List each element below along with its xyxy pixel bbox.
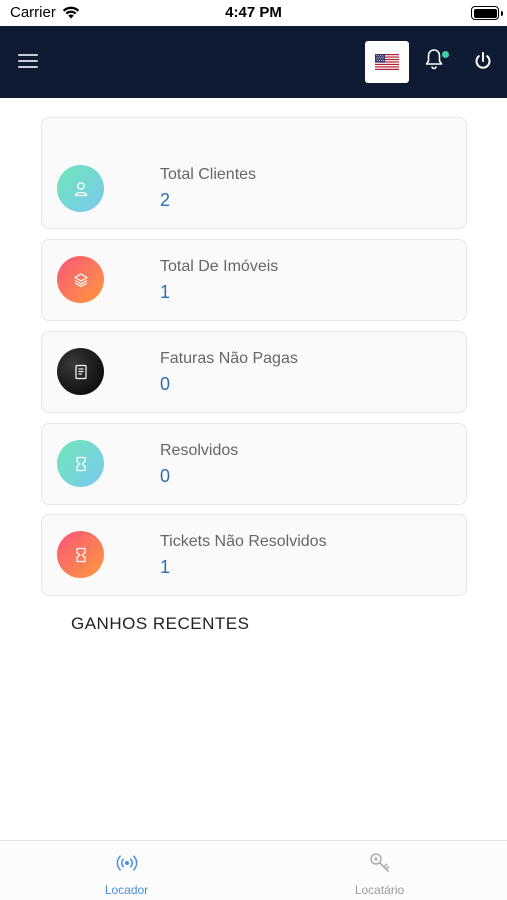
invoice-icon	[57, 348, 104, 395]
card-label: Total De Imóveis	[160, 258, 279, 275]
card-label: Faturas Não Pagas	[160, 350, 298, 367]
ticket-icon	[57, 440, 104, 487]
card-label: Total Clientes	[160, 166, 257, 183]
card-faturas-nao-pagas[interactable]: Faturas Não Pagas 0	[41, 331, 467, 413]
card-total-imoveis[interactable]: Total De Imóveis 1	[41, 239, 467, 321]
hamburger-menu-icon[interactable]	[18, 51, 38, 71]
language-selector-button[interactable]	[365, 41, 409, 83]
battery-icon	[471, 6, 503, 20]
logout-button[interactable]	[472, 50, 494, 72]
section-title: GANHOS RECENTES	[71, 614, 250, 633]
us-flag-icon	[375, 54, 399, 70]
status-bar: Carrier 4:47 PM	[0, 0, 507, 26]
card-value: 0	[160, 466, 171, 486]
broadcast-icon	[116, 855, 137, 871]
card-label: Resolvidos	[160, 442, 239, 459]
tab-locador[interactable]: Locador	[0, 841, 253, 900]
key-icon	[369, 853, 389, 872]
bell-icon	[425, 49, 443, 70]
card-value: 2	[160, 190, 171, 210]
notification-dot	[442, 51, 449, 58]
ticket-icon	[57, 531, 104, 578]
power-icon	[475, 52, 491, 69]
tab-label: Locatário	[354, 883, 405, 897]
notifications-button[interactable]	[423, 47, 449, 75]
bottom-tab-bar: Locador Locatário	[0, 840, 507, 900]
card-resolvidos[interactable]: Resolvidos 0	[41, 423, 467, 505]
layers-icon	[57, 256, 104, 303]
tab-label: Locador	[104, 883, 149, 897]
card-value: 0	[160, 374, 171, 394]
card-tickets-nao-resolvidos[interactable]: Tickets Não Resolvidos 1	[41, 514, 467, 596]
user-icon	[57, 165, 104, 212]
card-value: 1	[160, 557, 171, 577]
app-header	[0, 26, 507, 98]
card-value: 1	[160, 282, 171, 302]
card-total-clientes[interactable]: Total Clientes 2	[41, 117, 467, 229]
card-label: Tickets Não Resolvidos	[160, 533, 327, 550]
status-time: 4:47 PM	[225, 4, 282, 21]
tab-locatario[interactable]: Locatário	[253, 841, 506, 900]
